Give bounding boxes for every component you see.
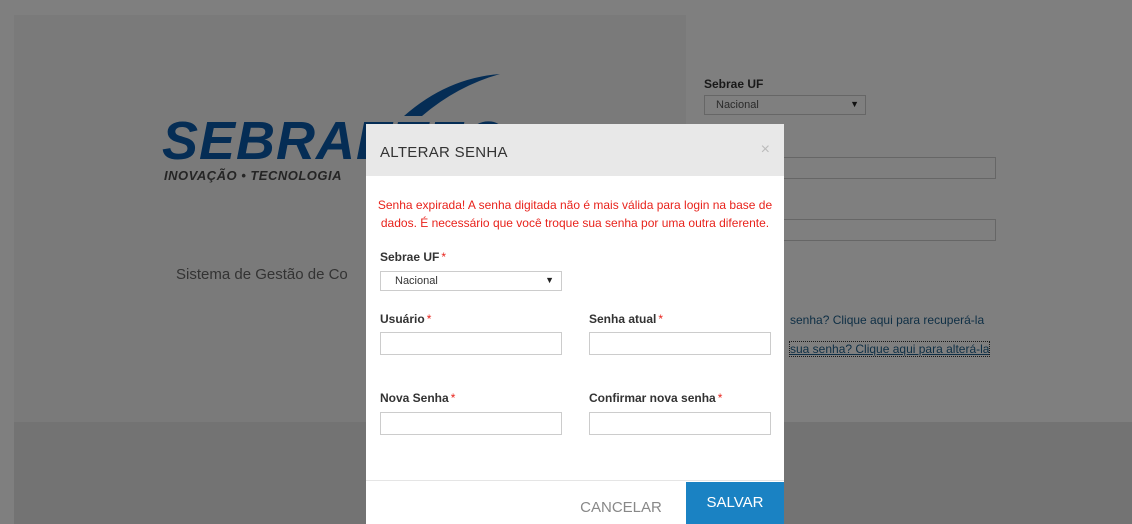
required-marker: * [717,391,723,405]
footer-divider [366,480,784,481]
confirm-password-field[interactable] [589,412,771,435]
close-icon[interactable]: × [761,141,770,159]
expired-password-alert: Senha expirada! A senha digitada não é m… [377,198,773,230]
uf-select[interactable]: Nacional ▼ [380,271,562,291]
caret-down-icon: ▼ [545,275,554,285]
uf-label: Sebrae UF * [380,250,446,264]
modal-header: ALTERAR SENHA × [366,124,784,176]
current-password-label: Senha atual * [589,312,663,326]
new-password-field[interactable] [380,412,562,435]
user-field[interactable] [380,332,562,355]
modal-title: ALTERAR SENHA [380,144,508,161]
user-label-text: Usuário [380,312,425,326]
confirm-password-label: Confirmar nova senha * [589,391,722,405]
new-password-label-text: Nova Senha [380,391,449,405]
required-marker: * [426,312,432,326]
required-marker: * [450,391,456,405]
new-password-label: Nova Senha * [380,391,455,405]
uf-label-text: Sebrae UF [380,250,440,264]
change-password-modal: ALTERAR SENHA × Senha expirada! A senha … [366,124,784,524]
confirm-password-label-text: Confirmar nova senha [589,391,716,405]
current-password-label-text: Senha atual [589,312,657,326]
required-marker: * [441,250,447,264]
cancel-button[interactable]: CANCELAR [562,492,680,524]
user-label: Usuário * [380,312,431,326]
current-password-field[interactable] [589,332,771,355]
uf-select-value: Nacional [395,275,438,287]
save-button[interactable]: SALVAR [686,482,784,524]
required-marker: * [658,312,664,326]
